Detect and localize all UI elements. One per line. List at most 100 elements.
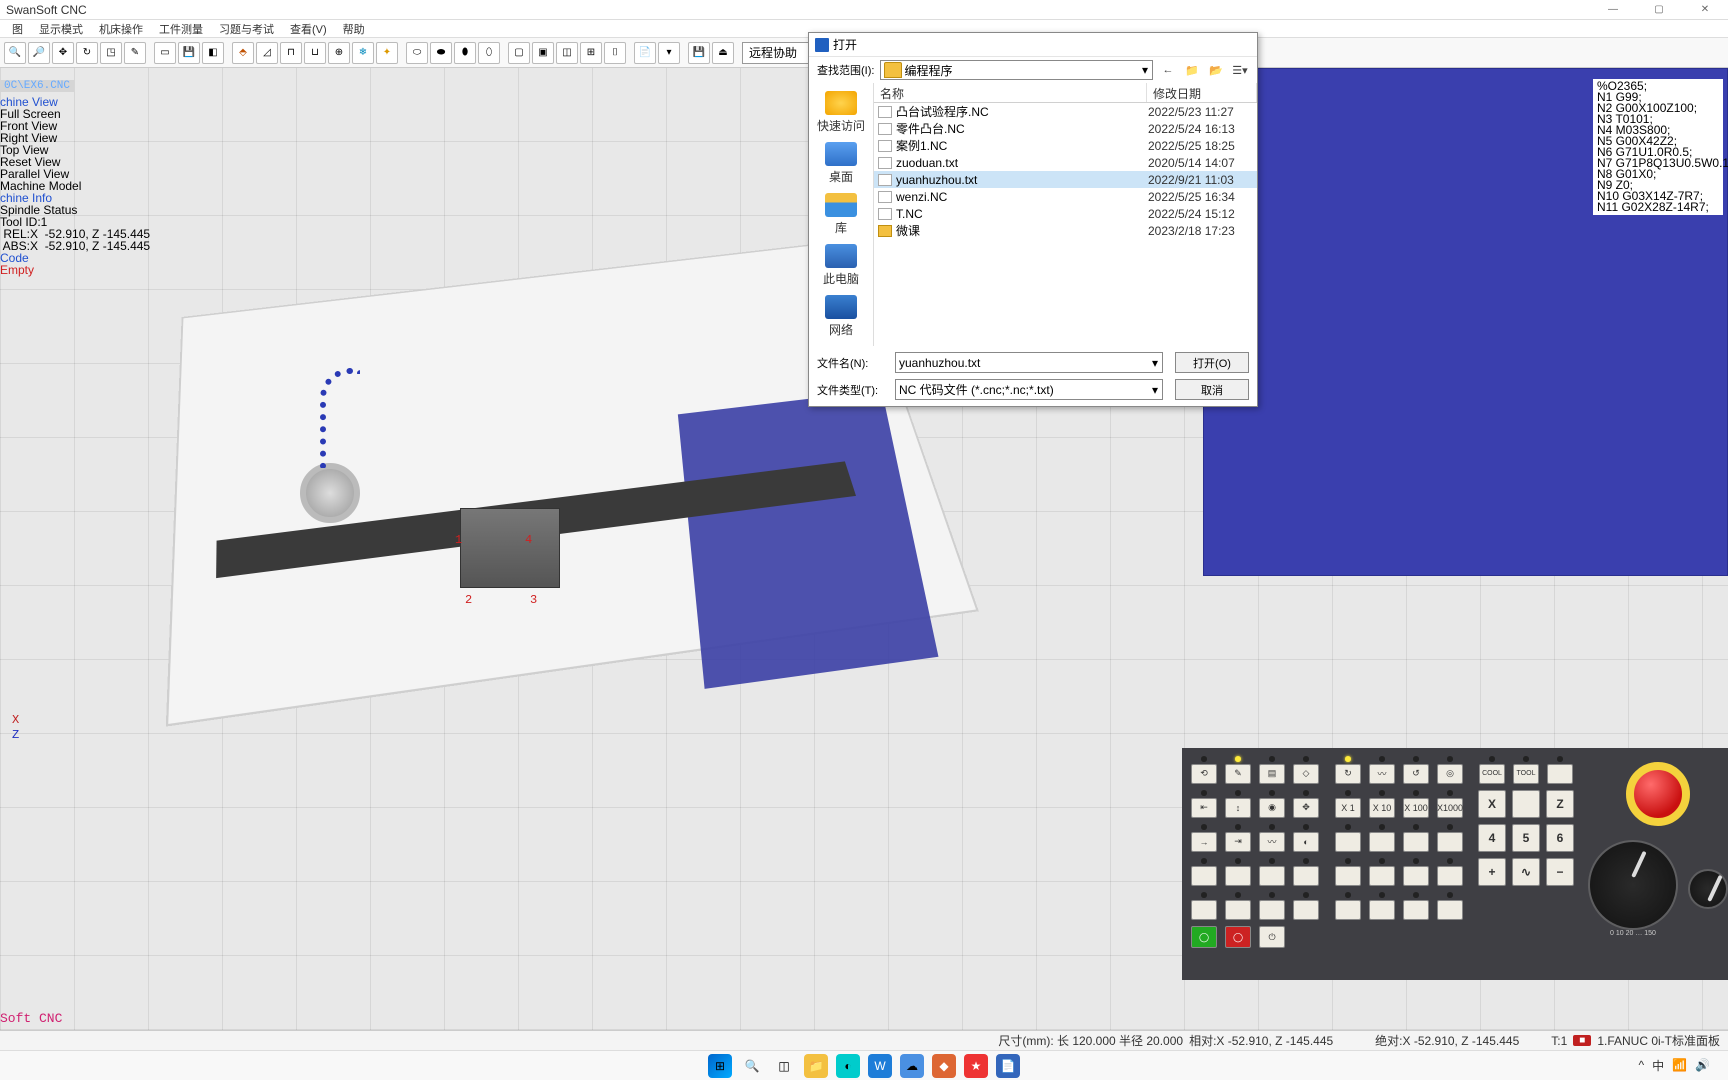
menu-view[interactable]: 图: [4, 21, 31, 37]
cylinder3-button[interactable]: ⬮: [454, 42, 476, 64]
zoom-out-button[interactable]: 🔎: [28, 42, 50, 64]
app4-button[interactable]: ★: [964, 1054, 988, 1078]
search-button[interactable]: 🔍: [740, 1054, 764, 1078]
num-5-btn[interactable]: 5: [1512, 824, 1540, 852]
box3-button[interactable]: ◫: [556, 42, 578, 64]
workpiece-button[interactable]: ⬘: [232, 42, 254, 64]
app2-button[interactable]: ☁: [900, 1054, 924, 1078]
sp-btn-stop[interactable]: 〰: [1369, 764, 1395, 784]
op-btn-edit[interactable]: ✎: [1225, 764, 1251, 784]
app1-button[interactable]: W: [868, 1054, 892, 1078]
tool-btn[interactable]: TOOL: [1513, 764, 1539, 784]
menu-display-mode[interactable]: 显示模式: [31, 21, 91, 37]
op-btn-single[interactable]: →: [1191, 832, 1217, 852]
inc-x1000[interactable]: X1000: [1437, 798, 1463, 818]
op-btn-s6[interactable]: [1369, 866, 1395, 886]
dropdown-button[interactable]: ▾: [658, 42, 680, 64]
file-row[interactable]: wenzi.NC 2022/5/25 16:34: [874, 188, 1257, 205]
view-menu-button[interactable]: ☰▾: [1231, 61, 1249, 79]
taskview-button[interactable]: ◫: [772, 1054, 796, 1078]
op-btn-jog[interactable]: ↕: [1225, 798, 1251, 818]
app3-button[interactable]: ◆: [932, 1054, 956, 1078]
op-btn-r7[interactable]: [1259, 900, 1285, 920]
col-name[interactable]: 名称: [874, 83, 1147, 102]
inc-x100[interactable]: X 100: [1403, 798, 1429, 818]
up-folder-button[interactable]: 📁: [1183, 61, 1201, 79]
shade-button[interactable]: ◧: [202, 42, 224, 64]
eject-button[interactable]: ⏏: [712, 42, 734, 64]
close-button[interactable]: ✕: [1682, 0, 1728, 20]
file-row[interactable]: 微课 2023/2/18 17:23: [874, 222, 1257, 239]
maximize-button[interactable]: ▢: [1636, 0, 1682, 20]
dialog-titlebar[interactable]: 打开: [809, 33, 1257, 57]
file-row[interactable]: T.NC 2022/5/24 15:12: [874, 205, 1257, 222]
new-folder-button[interactable]: 📂: [1207, 61, 1225, 79]
col-date[interactable]: 修改日期: [1147, 83, 1257, 102]
menu-machine-op[interactable]: 机床操作: [91, 21, 151, 37]
box5-button[interactable]: ⌷: [604, 42, 626, 64]
axis-z-btn[interactable]: Z: [1546, 790, 1574, 818]
feed-override-dial[interactable]: [1588, 840, 1678, 930]
inc-x10[interactable]: X 10: [1369, 798, 1395, 818]
rapid-btn[interactable]: ∿: [1512, 858, 1540, 886]
place-libraries[interactable]: 库: [813, 191, 869, 238]
num-4-btn[interactable]: 4: [1478, 824, 1506, 852]
op-btn-s11[interactable]: [1403, 900, 1429, 920]
op-btn-s12[interactable]: [1437, 900, 1463, 920]
save-button[interactable]: 💾: [178, 42, 200, 64]
op-btn-mdi[interactable]: ▤: [1259, 764, 1285, 784]
unclamp-button[interactable]: ⊔: [304, 42, 326, 64]
op-btn-hnd[interactable]: ✥: [1293, 798, 1319, 818]
cancel-button[interactable]: 取消: [1175, 379, 1249, 400]
lookin-combo[interactable]: 编程程序 ▾: [880, 60, 1153, 80]
op-btn-r4[interactable]: [1293, 866, 1319, 886]
file-row[interactable]: yuanhuzhou.txt 2022/9/21 11:03: [874, 171, 1257, 188]
file-row[interactable]: zuoduan.txt 2020/5/14 14:07: [874, 154, 1257, 171]
explorer-button[interactable]: 📁: [804, 1054, 828, 1078]
op-btn-s8[interactable]: [1437, 866, 1463, 886]
op-btn-dry[interactable]: 〰: [1259, 832, 1285, 852]
measure-button[interactable]: ◿: [256, 42, 278, 64]
box2-button[interactable]: ▣: [532, 42, 554, 64]
op-btn-r5[interactable]: [1191, 900, 1217, 920]
num-6-btn[interactable]: 6: [1546, 824, 1574, 852]
minus-btn[interactable]: −: [1546, 858, 1574, 886]
op-btn-r3[interactable]: [1259, 866, 1285, 886]
op-btn-s5[interactable]: [1335, 866, 1361, 886]
cool-btn[interactable]: COOL: [1479, 764, 1505, 784]
op-btn-s10[interactable]: [1369, 900, 1395, 920]
place-quick[interactable]: 快速访问: [813, 89, 869, 136]
op-btn-ref[interactable]: ⇤: [1191, 798, 1217, 818]
op-btn-s7[interactable]: [1403, 866, 1429, 886]
doc-button[interactable]: 📄: [634, 42, 656, 64]
inc-x1[interactable]: X 1: [1335, 798, 1361, 818]
axis-x-btn[interactable]: X: [1478, 790, 1506, 818]
tray-ime-icon[interactable]: 中: [1652, 1057, 1664, 1074]
emergency-stop-button[interactable]: [1626, 762, 1690, 826]
cylinder4-button[interactable]: ⬯: [478, 42, 500, 64]
place-thispc[interactable]: 此电脑: [813, 242, 869, 289]
place-desktop[interactable]: 桌面: [813, 140, 869, 187]
filetype-combo[interactable]: NC 代码文件 (*.cnc;*.nc;*.txt)▾: [895, 379, 1163, 400]
axis-blank[interactable]: [1512, 790, 1540, 818]
pan-button[interactable]: ✥: [52, 42, 74, 64]
op-btn-hold[interactable]: ◯: [1225, 926, 1251, 948]
edge-button[interactable]: ◐: [836, 1054, 860, 1078]
menu-help[interactable]: 帮助: [335, 21, 373, 37]
tool-button[interactable]: ✦: [376, 42, 398, 64]
menu-practice[interactable]: 习题与考试: [211, 21, 282, 37]
minimize-button[interactable]: —: [1590, 0, 1636, 20]
op-btn-r8[interactable]: [1293, 900, 1319, 920]
op-btn-s4[interactable]: [1437, 832, 1463, 852]
origin-button[interactable]: ⊕: [328, 42, 350, 64]
op-btn-s3[interactable]: [1403, 832, 1429, 852]
op-btn-skip[interactable]: ⇥: [1225, 832, 1251, 852]
op-btn-r2[interactable]: [1225, 866, 1251, 886]
sp-btn-cw[interactable]: ↻: [1335, 764, 1361, 784]
spindle-override-dial[interactable]: [1688, 869, 1728, 909]
op-btn-opt[interactable]: ◐: [1293, 832, 1319, 852]
aux-btn[interactable]: [1547, 764, 1573, 784]
file-row[interactable]: 零件凸台.NC 2022/5/24 16:13: [874, 120, 1257, 137]
box4-button[interactable]: ⊞: [580, 42, 602, 64]
start-button[interactable]: ⊞: [708, 1054, 732, 1078]
